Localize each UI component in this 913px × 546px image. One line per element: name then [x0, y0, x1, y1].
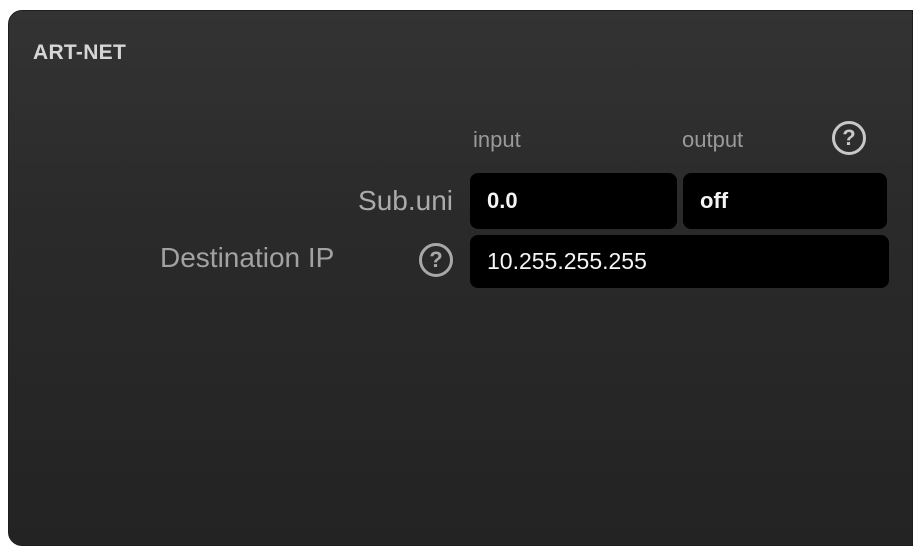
- destination-ip-label: Destination IP: [160, 242, 335, 273]
- destination-ip-field[interactable]: 10.255.255.255: [470, 235, 889, 288]
- destination-ip-help-icon[interactable]: ?: [419, 243, 453, 277]
- help-icon[interactable]: ?: [832, 121, 866, 155]
- panel-title: ART-NET: [33, 41, 127, 64]
- input-column-header: input: [473, 127, 521, 152]
- output-column-header: output: [682, 127, 744, 152]
- sub-uni-output-field[interactable]: off: [683, 173, 887, 229]
- sub-uni-label: Sub.uni: [358, 185, 453, 216]
- sub-uni-input-field[interactable]: 0.0: [470, 173, 677, 229]
